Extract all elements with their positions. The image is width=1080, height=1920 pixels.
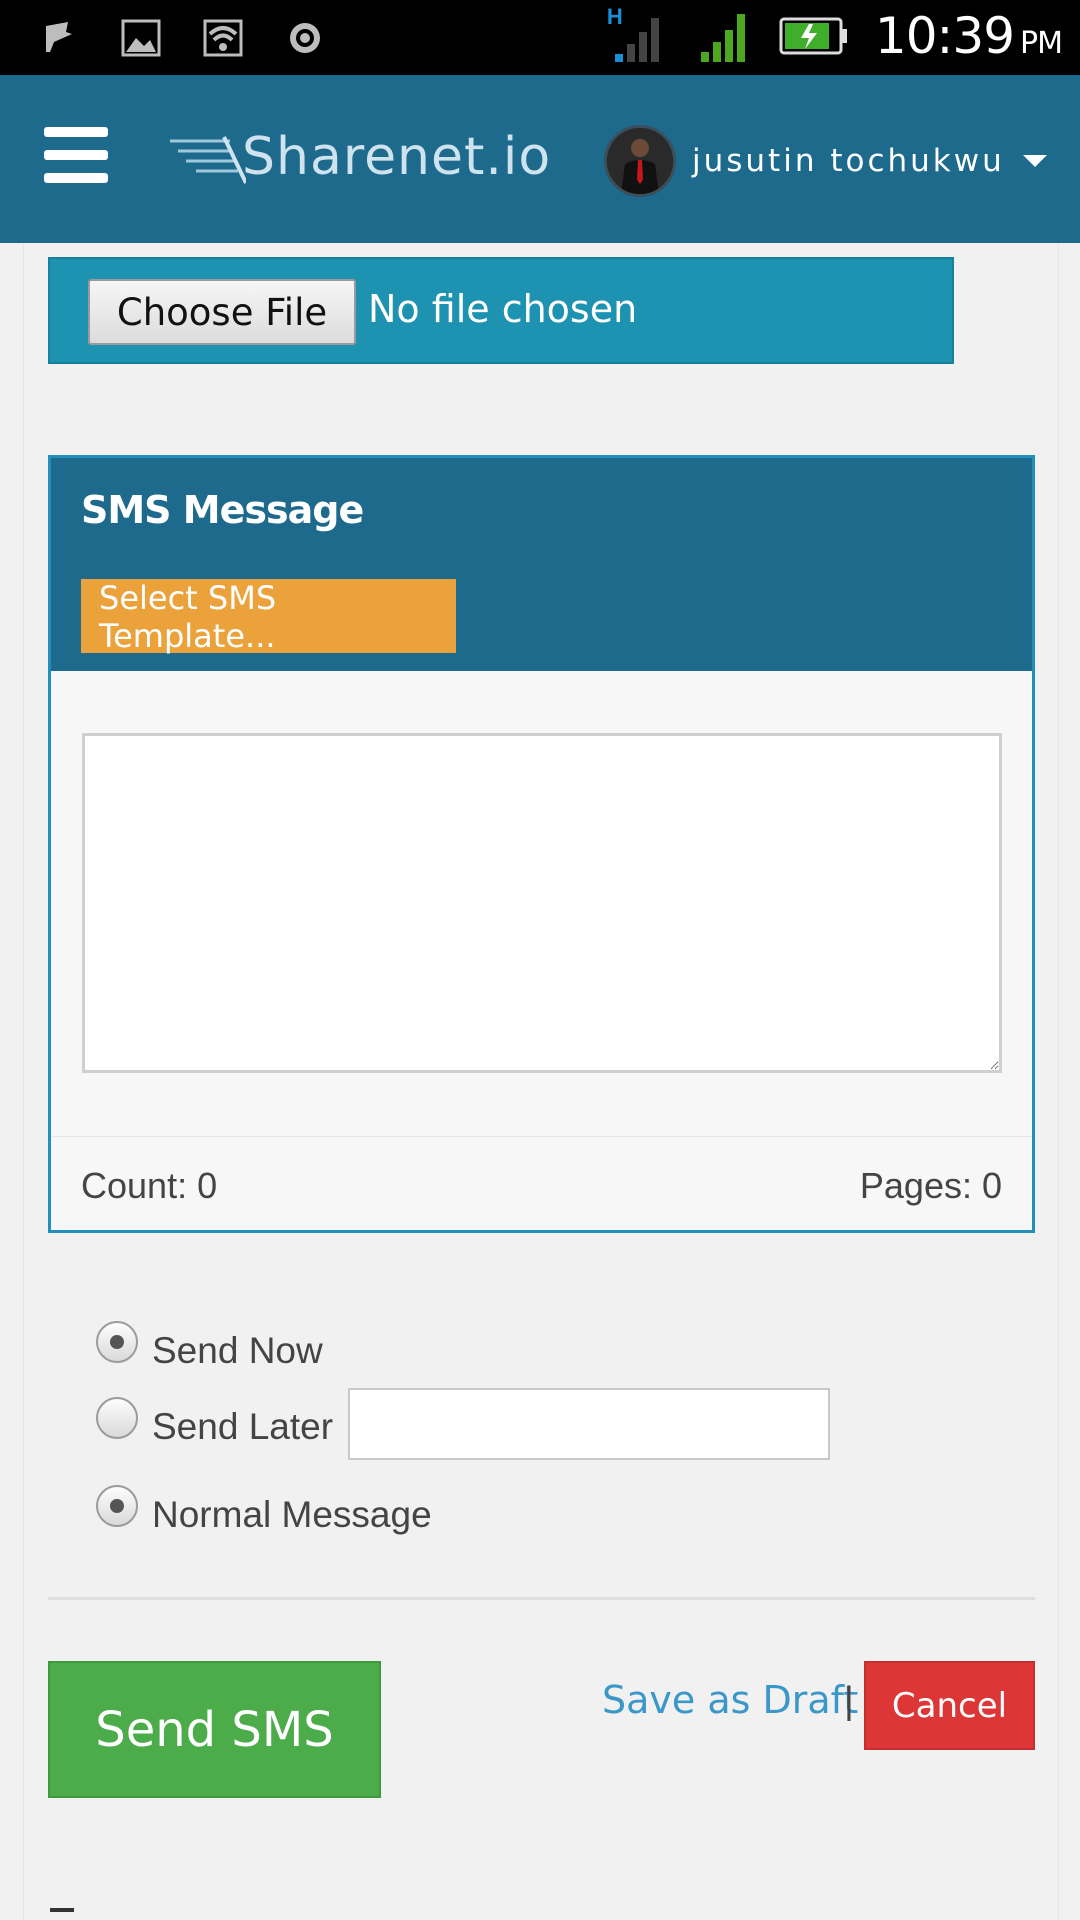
menu-bar-icon (44, 127, 108, 137)
content-gutter-right (1058, 243, 1080, 1920)
user-photo-icon (607, 128, 673, 194)
user-name: jusutin tochukwu (692, 143, 1005, 179)
cancel-button[interactable]: Cancel (864, 1661, 1035, 1750)
app-header: Sharenet.io jusutin tochukwu (0, 75, 1080, 243)
clock: 10:39 PM (874, 7, 1063, 65)
target-icon (284, 18, 326, 58)
send-later-label: Send Later (152, 1406, 334, 1447)
sms-message-textarea[interactable] (82, 733, 1002, 1073)
send-later-radio[interactable] (96, 1397, 138, 1439)
image-icon (120, 18, 162, 58)
divider (48, 1597, 1035, 1600)
hamburger-menu-button[interactable] (44, 127, 108, 183)
save-as-draft-link[interactable]: Save as Draft (602, 1678, 858, 1722)
separator: | (844, 1680, 854, 1722)
avatar (604, 125, 676, 197)
speed-lines-icon (170, 136, 246, 184)
notification-icons (38, 18, 326, 58)
send-later-datetime-input[interactable] (348, 1388, 830, 1460)
panel-title: SMS Message (81, 488, 364, 532)
panel-header: SMS Message Select SMS Template... (51, 458, 1032, 671)
signal-icon: H (607, 4, 667, 66)
option-send-now[interactable]: Send Now (96, 1312, 323, 1372)
send-now-radio[interactable] (96, 1321, 138, 1363)
panel-footer: Count: 0 Pages: 0 (51, 1136, 1032, 1230)
option-normal-message[interactable]: Normal Message (96, 1476, 432, 1536)
file-status: No file chosen (368, 287, 638, 331)
logo-text: Sharenet.io (242, 127, 552, 187)
character-count: Count: 0 (81, 1165, 218, 1206)
signal-icon (693, 6, 753, 66)
page-count: Pages: 0 (859, 1165, 1002, 1206)
content-gutter (0, 243, 24, 1920)
menu-bar-icon (44, 150, 108, 160)
file-upload-box: Choose File No file chosen (48, 257, 954, 364)
normal-message-radio[interactable] (96, 1485, 138, 1527)
battery-charging-icon (779, 16, 849, 56)
status-bar: H 10:39 PM (0, 0, 1080, 75)
user-menu[interactable]: jusutin tochukwu (604, 125, 1047, 197)
wifi-icon (202, 18, 244, 58)
choose-file-button[interactable]: Choose File (88, 279, 356, 345)
chevron-down-icon (1022, 155, 1047, 167)
sharenet-logo[interactable]: Sharenet.io (166, 127, 566, 191)
system-icons: H 10:39 PM (607, 4, 1063, 66)
flag-icon (38, 18, 80, 58)
normal-message-label: Normal Message (152, 1494, 432, 1535)
option-send-later[interactable]: Send Later (96, 1388, 333, 1448)
send-now-label: Send Now (152, 1330, 323, 1371)
sms-message-panel: SMS Message Select SMS Template... Count… (48, 455, 1035, 1233)
menu-bar-icon (44, 173, 108, 183)
send-sms-button[interactable]: Send SMS (48, 1661, 381, 1798)
select-sms-template-button[interactable]: Select SMS Template... (81, 579, 456, 655)
clock-ampm: PM (1020, 26, 1063, 61)
bottom-dash (50, 1908, 74, 1912)
clock-time: 10:39 (874, 7, 1015, 65)
